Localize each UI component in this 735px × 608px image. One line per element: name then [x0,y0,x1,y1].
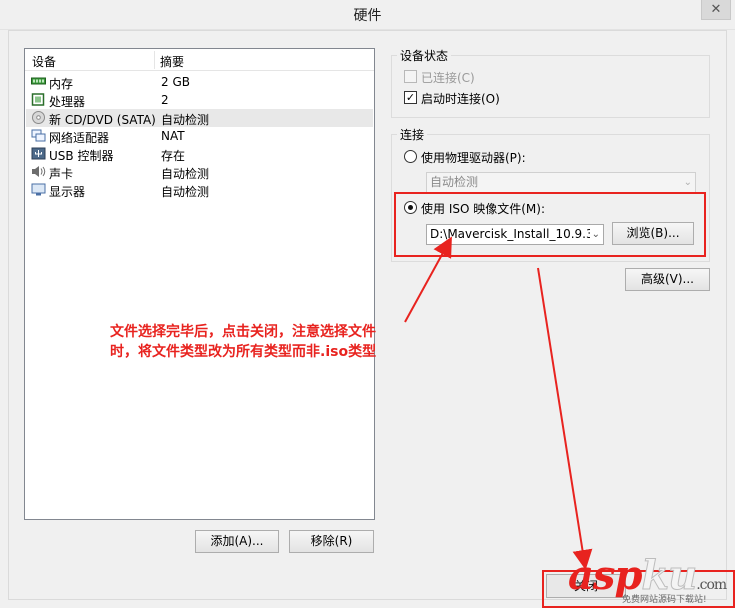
annotation-arrows [404,236,593,570]
arrow-to-iso [404,236,452,323]
arrow-to-close [537,267,593,570]
watermark-tagline: 免费网站源码下载站! [622,595,707,605]
